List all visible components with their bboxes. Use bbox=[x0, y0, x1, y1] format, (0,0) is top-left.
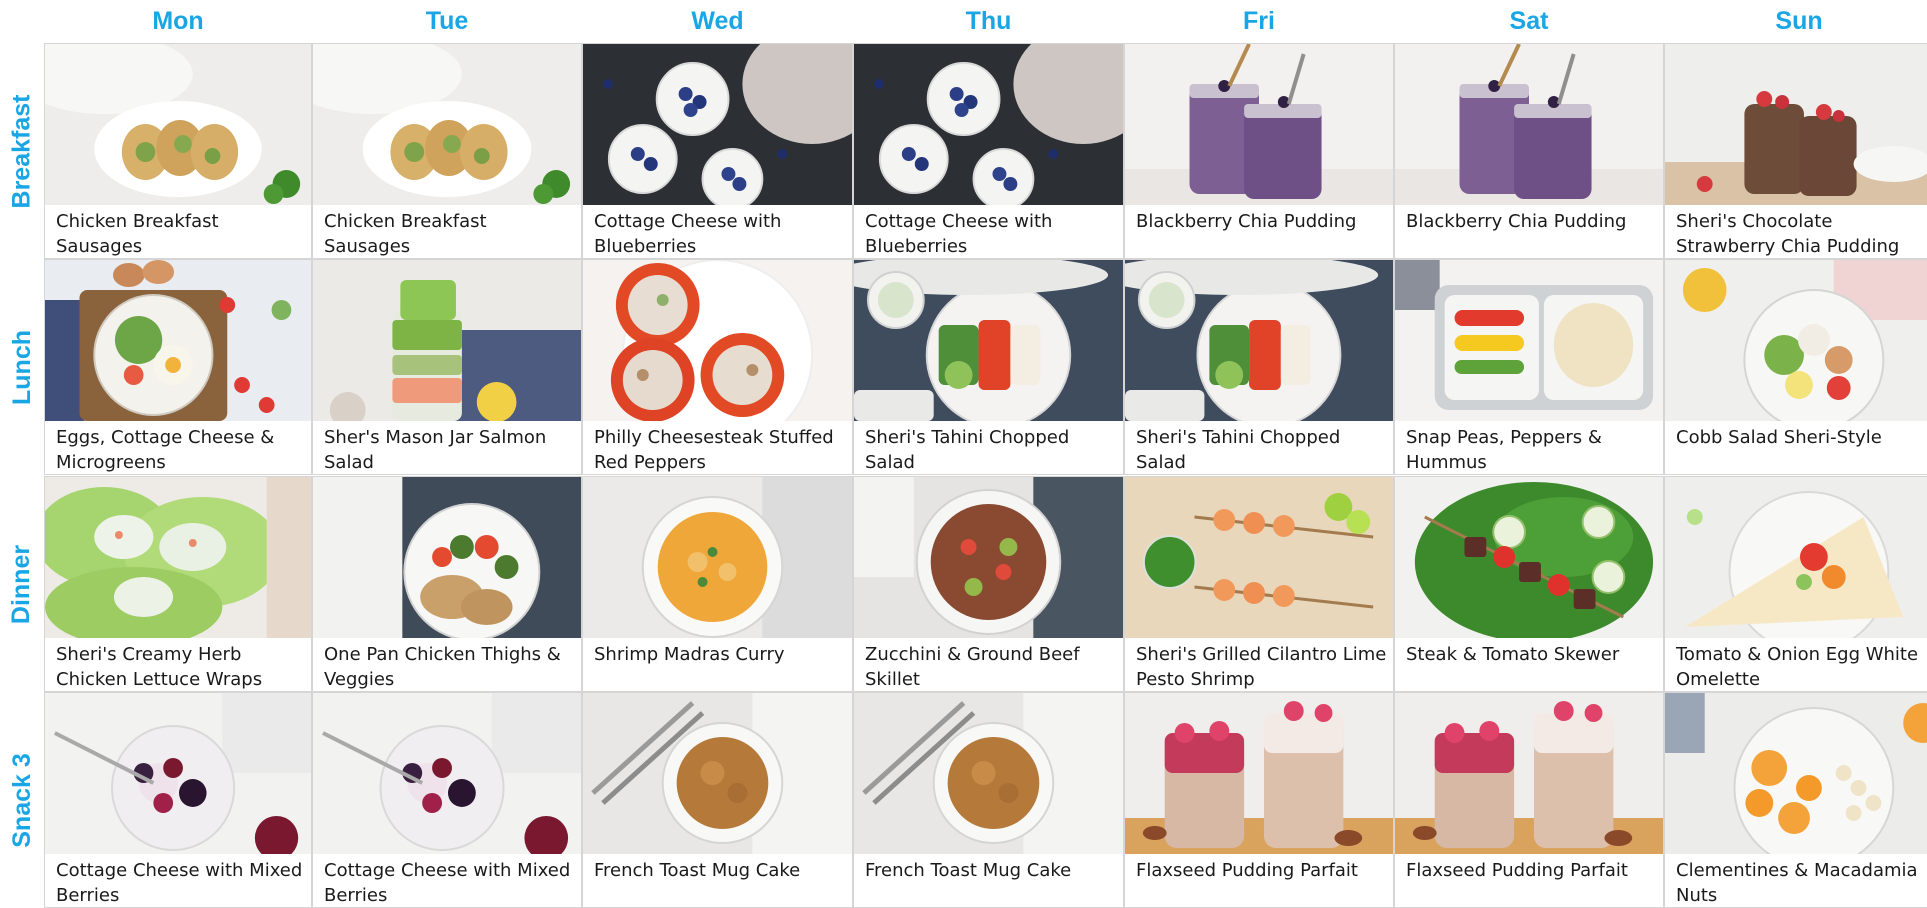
tahini-chopped-salad-photo[interactable] bbox=[1125, 260, 1393, 421]
cottage-cheese-blueberries-photo[interactable] bbox=[854, 44, 1123, 205]
recipe-card[interactable]: Sheri's Chocolate Strawberry Chia Puddin… bbox=[1664, 43, 1927, 259]
recipe-title[interactable]: Chicken Breakfast Sausages bbox=[56, 209, 305, 258]
cottage-cheese-berries-photo[interactable] bbox=[313, 693, 581, 854]
meal-label-dinner: Dinner bbox=[0, 476, 44, 692]
recipe-title[interactable]: Cottage Cheese with Blueberries bbox=[594, 209, 846, 258]
meal-label-text: Dinner bbox=[7, 544, 36, 624]
snap-peas-hummus-box-photo[interactable] bbox=[1395, 260, 1663, 421]
recipe-card[interactable]: Snap Peas, Peppers & Hummus bbox=[1394, 259, 1664, 475]
tahini-chopped-salad-photo[interactable] bbox=[854, 260, 1123, 421]
meal-label-text: Breakfast bbox=[7, 94, 36, 208]
recipe-title[interactable]: Blackberry Chia Pudding bbox=[1406, 209, 1657, 234]
flaxseed-parfait-photo[interactable] bbox=[1125, 693, 1393, 854]
recipe-card[interactable]: Sheri's Creamy Herb Chicken Lettuce Wrap… bbox=[44, 476, 312, 692]
meal-label-snack-3: Snack 3 bbox=[0, 692, 44, 908]
recipe-title[interactable]: Tomato & Onion Egg White Omelette bbox=[1676, 642, 1927, 691]
day-header-sun: Sun bbox=[1775, 6, 1823, 35]
steak-tomato-skewer-photo[interactable] bbox=[1395, 477, 1663, 638]
recipe-card[interactable]: Eggs, Cottage Cheese & Microgreens bbox=[44, 259, 312, 475]
recipe-card[interactable]: Cobb Salad Sheri-Style bbox=[1664, 259, 1927, 475]
lettuce-wraps-photo[interactable] bbox=[45, 477, 311, 638]
blackberry-chia-jars-photo[interactable] bbox=[1395, 44, 1663, 205]
recipe-title[interactable]: Philly Cheesesteak Stuffed Red Peppers bbox=[594, 425, 846, 474]
recipe-title[interactable]: Sheri's Tahini Chopped Salad bbox=[865, 425, 1117, 474]
recipe-card[interactable]: Blackberry Chia Pudding bbox=[1124, 43, 1394, 259]
meal-label-lunch: Lunch bbox=[0, 259, 44, 475]
madras-curry-bowl-photo[interactable] bbox=[583, 477, 852, 638]
mug-cake-photo[interactable] bbox=[583, 693, 852, 854]
cottage-cheese-blueberries-photo[interactable] bbox=[583, 44, 852, 205]
flaxseed-parfait-photo[interactable] bbox=[1395, 693, 1663, 854]
meal-label-breakfast: Breakfast bbox=[0, 43, 44, 259]
mug-cake-photo[interactable] bbox=[854, 693, 1123, 854]
chicken-sausage-patties-photo[interactable] bbox=[45, 44, 311, 205]
recipe-title[interactable]: Steak & Tomato Skewer bbox=[1406, 642, 1657, 667]
recipe-card[interactable]: Steak & Tomato Skewer bbox=[1394, 476, 1664, 692]
day-header-mon: Mon bbox=[152, 6, 204, 35]
recipe-card[interactable]: Cottage Cheese with Blueberries bbox=[853, 43, 1124, 259]
chicken-sausage-patties-photo[interactable] bbox=[313, 44, 581, 205]
recipe-title[interactable]: Sher's Mason Jar Salmon Salad bbox=[324, 425, 575, 474]
recipe-card[interactable]: Philly Cheesesteak Stuffed Red Peppers bbox=[582, 259, 853, 475]
zucchini-beef-bowl-photo[interactable] bbox=[854, 477, 1123, 638]
recipe-title[interactable]: Sheri's Creamy Herb Chicken Lettuce Wrap… bbox=[56, 642, 305, 691]
recipe-card[interactable]: French Toast Mug Cake bbox=[582, 692, 853, 908]
clementines-nuts-photo[interactable] bbox=[1665, 693, 1927, 854]
recipe-title[interactable]: Clementines & Macadamia Nuts bbox=[1676, 858, 1927, 907]
recipe-card[interactable]: Cottage Cheese with Mixed Berries bbox=[44, 692, 312, 908]
recipe-title[interactable]: Snap Peas, Peppers & Hummus bbox=[1406, 425, 1657, 474]
recipe-title[interactable]: French Toast Mug Cake bbox=[865, 858, 1117, 883]
shrimp-skewers-photo[interactable] bbox=[1125, 477, 1393, 638]
meal-label-text: Lunch bbox=[7, 329, 36, 405]
recipe-card[interactable]: Cottage Cheese with Mixed Berries bbox=[312, 692, 582, 908]
day-header-sat: Sat bbox=[1509, 6, 1549, 35]
blackberry-chia-jars-photo[interactable] bbox=[1125, 44, 1393, 205]
recipe-title[interactable]: French Toast Mug Cake bbox=[594, 858, 846, 883]
recipe-title[interactable]: One Pan Chicken Thighs & Veggies bbox=[324, 642, 575, 691]
recipe-card[interactable]: Shrimp Madras Curry bbox=[582, 476, 853, 692]
egg-white-omelette-photo[interactable] bbox=[1665, 477, 1927, 638]
meal-label-text: Snack 3 bbox=[7, 752, 36, 848]
recipe-title[interactable]: Sheri's Tahini Chopped Salad bbox=[1136, 425, 1387, 474]
recipe-title[interactable]: Chicken Breakfast Sausages bbox=[324, 209, 575, 258]
recipe-title[interactable]: Blackberry Chia Pudding bbox=[1136, 209, 1387, 234]
recipe-title[interactable]: Shrimp Madras Curry bbox=[594, 642, 846, 667]
day-header-wed: Wed bbox=[691, 6, 744, 35]
recipe-title[interactable]: Sheri's Chocolate Strawberry Chia Puddin… bbox=[1676, 209, 1927, 258]
recipe-title[interactable]: Zucchini & Ground Beef Skillet bbox=[865, 642, 1117, 691]
recipe-card[interactable]: One Pan Chicken Thighs & Veggies bbox=[312, 476, 582, 692]
recipe-title[interactable]: Cottage Cheese with Mixed Berries bbox=[56, 858, 305, 907]
cobb-salad-photo[interactable] bbox=[1665, 260, 1927, 421]
recipe-card[interactable]: Sheri's Tahini Chopped Salad bbox=[1124, 259, 1394, 475]
recipe-title[interactable]: Flaxseed Pudding Parfait bbox=[1136, 858, 1387, 883]
recipe-title[interactable]: Sheri's Grilled Cilantro Lime Pesto Shri… bbox=[1136, 642, 1387, 691]
recipe-title[interactable]: Cottage Cheese with Mixed Berries bbox=[324, 858, 575, 907]
recipe-card[interactable]: Chicken Breakfast Sausages bbox=[44, 43, 312, 259]
recipe-card[interactable]: Chicken Breakfast Sausages bbox=[312, 43, 582, 259]
recipe-title[interactable]: Eggs, Cottage Cheese & Microgreens bbox=[56, 425, 305, 474]
recipe-card[interactable]: Tomato & Onion Egg White Omelette bbox=[1664, 476, 1927, 692]
recipe-card[interactable]: Flaxseed Pudding Parfait bbox=[1394, 692, 1664, 908]
recipe-title[interactable]: Cottage Cheese with Blueberries bbox=[865, 209, 1117, 258]
stuffed-peppers-photo[interactable] bbox=[583, 260, 852, 421]
day-header-fri: Fri bbox=[1243, 6, 1275, 35]
day-header-thu: Thu bbox=[965, 6, 1012, 35]
cottage-cheese-berries-photo[interactable] bbox=[45, 693, 311, 854]
recipe-card[interactable]: Blackberry Chia Pudding bbox=[1394, 43, 1664, 259]
recipe-title[interactable]: Cobb Salad Sheri-Style bbox=[1676, 425, 1927, 450]
recipe-card[interactable]: Cottage Cheese with Blueberries bbox=[582, 43, 853, 259]
recipe-card[interactable]: Sheri's Grilled Cilantro Lime Pesto Shri… bbox=[1124, 476, 1394, 692]
recipe-card[interactable]: Clementines & Macadamia Nuts bbox=[1664, 692, 1927, 908]
recipe-card[interactable]: Zucchini & Ground Beef Skillet bbox=[853, 476, 1124, 692]
chocolate-strawberry-chia-photo[interactable] bbox=[1665, 44, 1927, 205]
recipe-card[interactable]: Sheri's Tahini Chopped Salad bbox=[853, 259, 1124, 475]
recipe-card[interactable]: Sher's Mason Jar Salmon Salad bbox=[312, 259, 582, 475]
day-header-tue: Tue bbox=[425, 6, 469, 35]
mason-jar-salad-photo[interactable] bbox=[313, 260, 581, 421]
chicken-thighs-veggies-photo[interactable] bbox=[313, 477, 581, 638]
recipe-card[interactable]: Flaxseed Pudding Parfait bbox=[1124, 692, 1394, 908]
recipe-card[interactable]: French Toast Mug Cake bbox=[853, 692, 1124, 908]
recipe-title[interactable]: Flaxseed Pudding Parfait bbox=[1406, 858, 1657, 883]
eggs-microgreens-bowl-photo[interactable] bbox=[45, 260, 311, 421]
